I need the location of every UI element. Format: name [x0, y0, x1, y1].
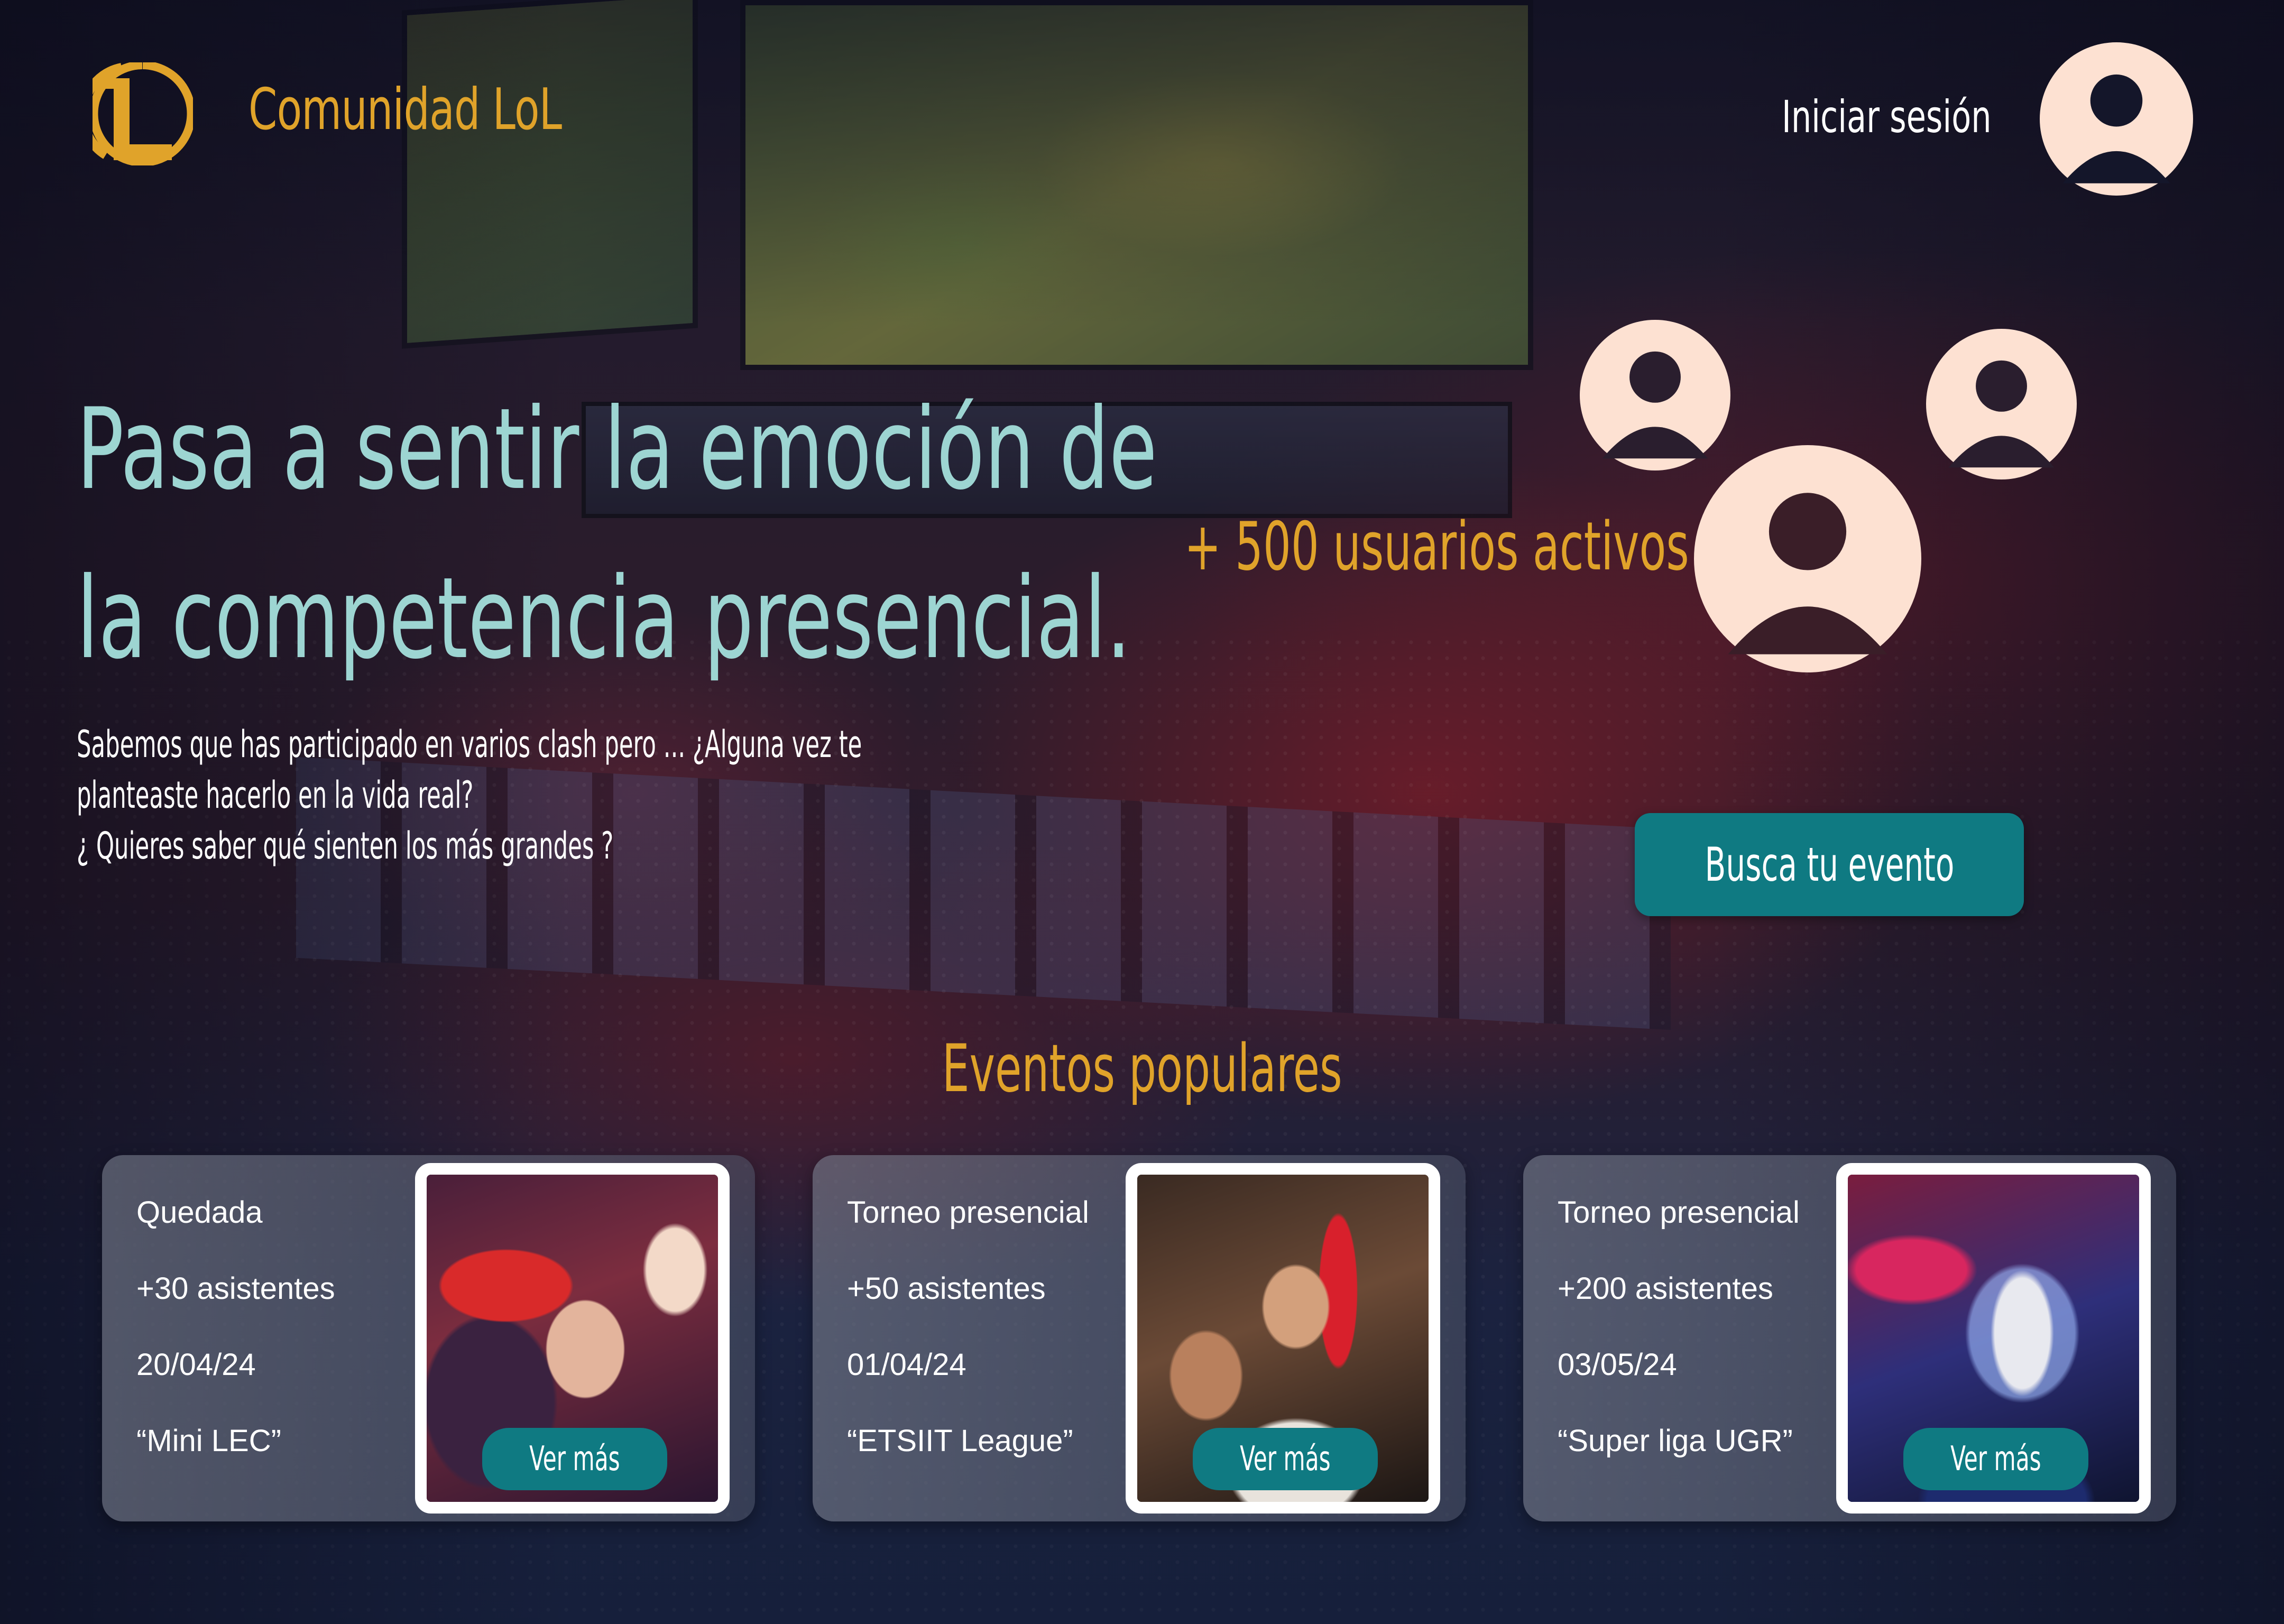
see-more-label: Ver más: [529, 1440, 620, 1479]
event-type: Quedada: [136, 1195, 263, 1230]
hero-title: Pasa a sentir la emoción de la competenc…: [77, 365, 1157, 703]
login-link[interactable]: Iniciar sesión: [1782, 91, 1992, 143]
see-more-button[interactable]: Ver más: [1903, 1428, 2088, 1490]
see-more-button[interactable]: Ver más: [482, 1428, 667, 1490]
see-more-label: Ver más: [1950, 1440, 2041, 1479]
event-type: Torneo presencial: [847, 1195, 1089, 1230]
event-name: “ETSIIT League”: [847, 1424, 1073, 1458]
event-card-info: Torneo presencial +200 asistentes 03/05/…: [1558, 1197, 1800, 1502]
community-user-icon: [1926, 329, 2077, 479]
community-user-icon: [1694, 445, 1921, 672]
event-card: Quedada +30 asistentes 20/04/24 “Mini LE…: [102, 1155, 755, 1521]
event-card-info: Quedada +30 asistentes 20/04/24 “Mini LE…: [136, 1197, 335, 1502]
event-type: Torneo presencial: [1558, 1195, 1800, 1230]
event-photo: Ver más: [1126, 1163, 1440, 1514]
event-name: “Mini LEC”: [136, 1424, 281, 1458]
event-attendees: +30 asistentes: [136, 1271, 335, 1306]
brand-name[interactable]: Comunidad LoL: [248, 77, 562, 143]
event-date: 03/05/24: [1558, 1348, 1677, 1382]
hero-title-line: la competencia presencial.: [77, 553, 1131, 684]
hero-description-line: planteaste hacerlo en la vida real?: [77, 773, 474, 817]
see-more-label: Ver más: [1240, 1440, 1331, 1479]
popular-events-title: Eventos populares: [942, 1031, 1342, 1107]
see-more-button[interactable]: Ver más: [1193, 1428, 1378, 1490]
event-card-info: Torneo presencial +50 asistentes 01/04/2…: [847, 1197, 1089, 1502]
event-date: 01/04/24: [847, 1348, 966, 1382]
hero-title-line: Pasa a sentir la emoción de: [77, 384, 1157, 514]
hero-description-line: ¿ Quieres saber qué sienten los más gran…: [77, 824, 614, 868]
league-of-legends-logo-icon[interactable]: [93, 62, 193, 165]
hero-description: Sabemos que has participado en varios cl…: [77, 719, 962, 871]
hero-description-line: Sabemos que has participado en varios cl…: [77, 723, 862, 766]
event-photo: Ver más: [415, 1163, 730, 1514]
search-event-button-label: Busca tu evento: [1705, 837, 1954, 892]
event-card: Torneo presencial +200 asistentes 03/05/…: [1523, 1155, 2176, 1521]
search-event-button[interactable]: Busca tu evento: [1635, 813, 2024, 916]
event-photo: Ver más: [1836, 1163, 2151, 1514]
active-users-count: + 500 usuarios activos: [1184, 508, 1689, 585]
user-avatar-icon[interactable]: [2040, 42, 2193, 196]
event-name: “Super liga UGR”: [1558, 1424, 1793, 1458]
event-date: 20/04/24: [136, 1348, 256, 1382]
event-card: Torneo presencial +50 asistentes 01/04/2…: [813, 1155, 1466, 1521]
popular-events-heading: Eventos populares: [0, 1031, 2284, 1107]
event-attendees: +200 asistentes: [1558, 1271, 1773, 1306]
event-attendees: +50 asistentes: [847, 1271, 1046, 1306]
